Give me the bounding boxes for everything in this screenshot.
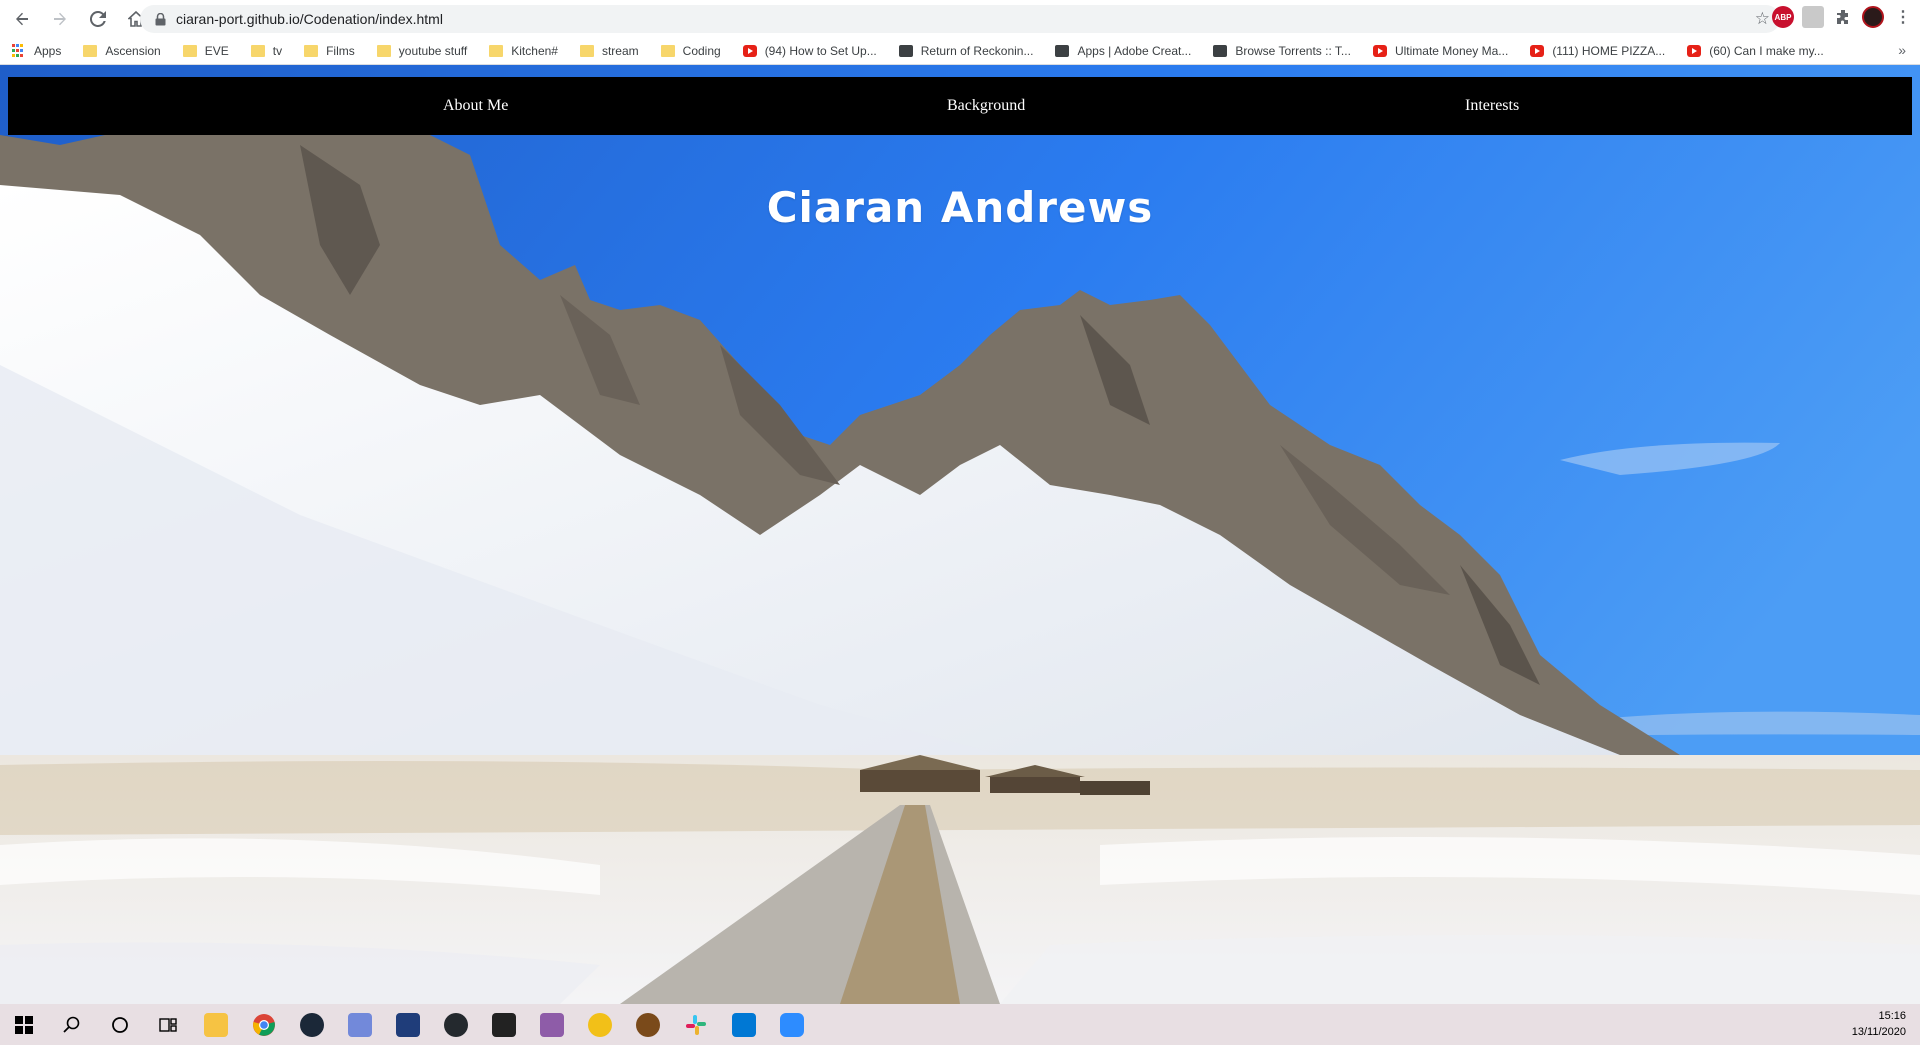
windows-taskbar: 15:16 13/11/2020: [0, 1004, 1920, 1045]
site-favicon-icon: [898, 45, 913, 57]
cortana-icon[interactable]: [96, 1004, 144, 1045]
app-icon[interactable]: [384, 1004, 432, 1045]
address-bar[interactable]: ciaran-port.github.io/Codenation/index.h…: [140, 5, 1780, 33]
bookmark-label: (94) How to Set Up...: [764, 44, 877, 58]
bookmark-label: Ascension: [105, 44, 161, 58]
page-title: Ciaran Andrews: [766, 183, 1154, 232]
chrome-icon[interactable]: [240, 1004, 288, 1045]
site-favicon-icon: [1213, 45, 1228, 57]
discord-icon[interactable]: [336, 1004, 384, 1045]
clock-time: 15:16: [1878, 1010, 1906, 1022]
bookmarks-overflow-icon[interactable]: »: [1898, 42, 1906, 58]
star-icon[interactable]: ☆: [1755, 9, 1770, 29]
bookmark-item[interactable]: youtube stuff: [376, 44, 468, 58]
bookmark-item[interactable]: Return of Reckonin...: [898, 44, 1034, 58]
folder-icon: [489, 45, 504, 57]
bookmark-label: Apps | Adobe Creat...: [1077, 44, 1192, 58]
steam-icon[interactable]: [288, 1004, 336, 1045]
bookmark-label: Kitchen#: [511, 44, 558, 58]
puzzle-icon[interactable]: [1832, 6, 1854, 28]
bookmark-label: stream: [601, 44, 639, 58]
nav-about-me[interactable]: About Me: [443, 77, 508, 135]
github-icon[interactable]: [432, 1004, 480, 1045]
bookmark-item[interactable]: Films: [304, 44, 355, 58]
game-icon[interactable]: [528, 1004, 576, 1045]
bookmark-label: tv: [272, 44, 283, 58]
vscode-icon[interactable]: [720, 1004, 768, 1045]
clock-date: 13/11/2020: [1851, 1026, 1906, 1038]
bookmark-label: Return of Reckonin...: [920, 44, 1034, 58]
bookmark-label: Apps: [34, 44, 62, 58]
bookmark-item[interactable]: Apps | Adobe Creat...: [1055, 44, 1191, 58]
bookmark-item[interactable]: (94) How to Set Up...: [742, 44, 877, 58]
bookmark-item[interactable]: Apps: [12, 44, 61, 58]
reload-icon[interactable]: [82, 3, 114, 35]
youtube-icon: [1530, 45, 1545, 57]
page-viewport: About Me Background Interests Ciaran And…: [0, 65, 1920, 1004]
extensions-area: ABP ⋮: [1772, 6, 1914, 28]
youtube-icon: [742, 45, 757, 57]
zoom-icon[interactable]: [768, 1004, 816, 1045]
nav-interests[interactable]: Interests: [1465, 77, 1519, 135]
bookmark-label: Coding: [682, 44, 721, 58]
bookmark-label: youtube stuff: [398, 44, 468, 58]
bookmark-item[interactable]: (60) Can I make my...: [1687, 44, 1824, 58]
bookmarks-bar: Apps Ascension EVE tv Films youtube stuff Kitc…: [0, 38, 1920, 65]
folder-icon: [304, 45, 319, 57]
folder-icon: [182, 45, 197, 57]
notes-icon[interactable]: [480, 1004, 528, 1045]
apps-grid-icon: [12, 44, 26, 58]
profile-icon[interactable]: [1862, 6, 1884, 28]
bookmark-item[interactable]: stream: [579, 44, 639, 58]
bookmark-label: (111) HOME PIZZA...: [1552, 44, 1666, 58]
bookmark-item[interactable]: EVE: [182, 44, 229, 58]
overwatch-icon[interactable]: [624, 1004, 672, 1045]
menu-icon[interactable]: ⋮: [1892, 6, 1914, 28]
back-arrow-icon[interactable]: [6, 3, 38, 35]
folder-icon: [579, 45, 594, 57]
site-navbar: About Me Background Interests: [8, 77, 1912, 135]
bookmark-item[interactable]: Coding: [660, 44, 721, 58]
bookmark-label: Films: [326, 44, 355, 58]
bookmark-item[interactable]: Ascension: [83, 44, 161, 58]
bookmark-label: EVE: [204, 44, 229, 58]
folder-icon: [376, 45, 391, 57]
bookmark-label: Ultimate Money Ma...: [1394, 44, 1509, 58]
file-explorer-icon[interactable]: [192, 1004, 240, 1045]
site-favicon-icon: [1055, 45, 1070, 57]
extension-icon[interactable]: [1802, 6, 1824, 28]
browser-toolbar: ciaran-port.github.io/Codenation/index.h…: [0, 0, 1920, 38]
bookmark-item[interactable]: tv: [250, 44, 283, 58]
youtube-icon: [1372, 45, 1387, 57]
bookmark-item[interactable]: Kitchen#: [489, 44, 558, 58]
lock-icon: [152, 11, 168, 27]
folder-icon: [83, 45, 98, 57]
search-icon[interactable]: [48, 1004, 96, 1045]
bookmark-item[interactable]: Browse Torrents :: T...: [1213, 44, 1351, 58]
windows-start-icon[interactable]: [0, 1004, 48, 1045]
task-view-icon[interactable]: [144, 1004, 192, 1045]
abp-icon[interactable]: ABP: [1772, 6, 1794, 28]
nav-background[interactable]: Background: [947, 77, 1025, 135]
bookmark-item[interactable]: Ultimate Money Ma...: [1372, 44, 1509, 58]
folder-icon: [250, 45, 265, 57]
youtube-icon: [1687, 45, 1702, 57]
bookmark-label: (60) Can I make my...: [1709, 44, 1824, 58]
bee-icon[interactable]: [576, 1004, 624, 1045]
slack-icon[interactable]: [672, 1004, 720, 1045]
system-clock[interactable]: 15:16 13/11/2020: [1852, 1008, 1906, 1040]
folder-icon: [660, 45, 675, 57]
url-text: ciaran-port.github.io/Codenation/index.h…: [176, 11, 443, 27]
forward-arrow-icon[interactable]: [44, 3, 76, 35]
bookmark-item[interactable]: (111) HOME PIZZA...: [1530, 44, 1665, 58]
bookmark-label: Browse Torrents :: T...: [1235, 44, 1351, 58]
